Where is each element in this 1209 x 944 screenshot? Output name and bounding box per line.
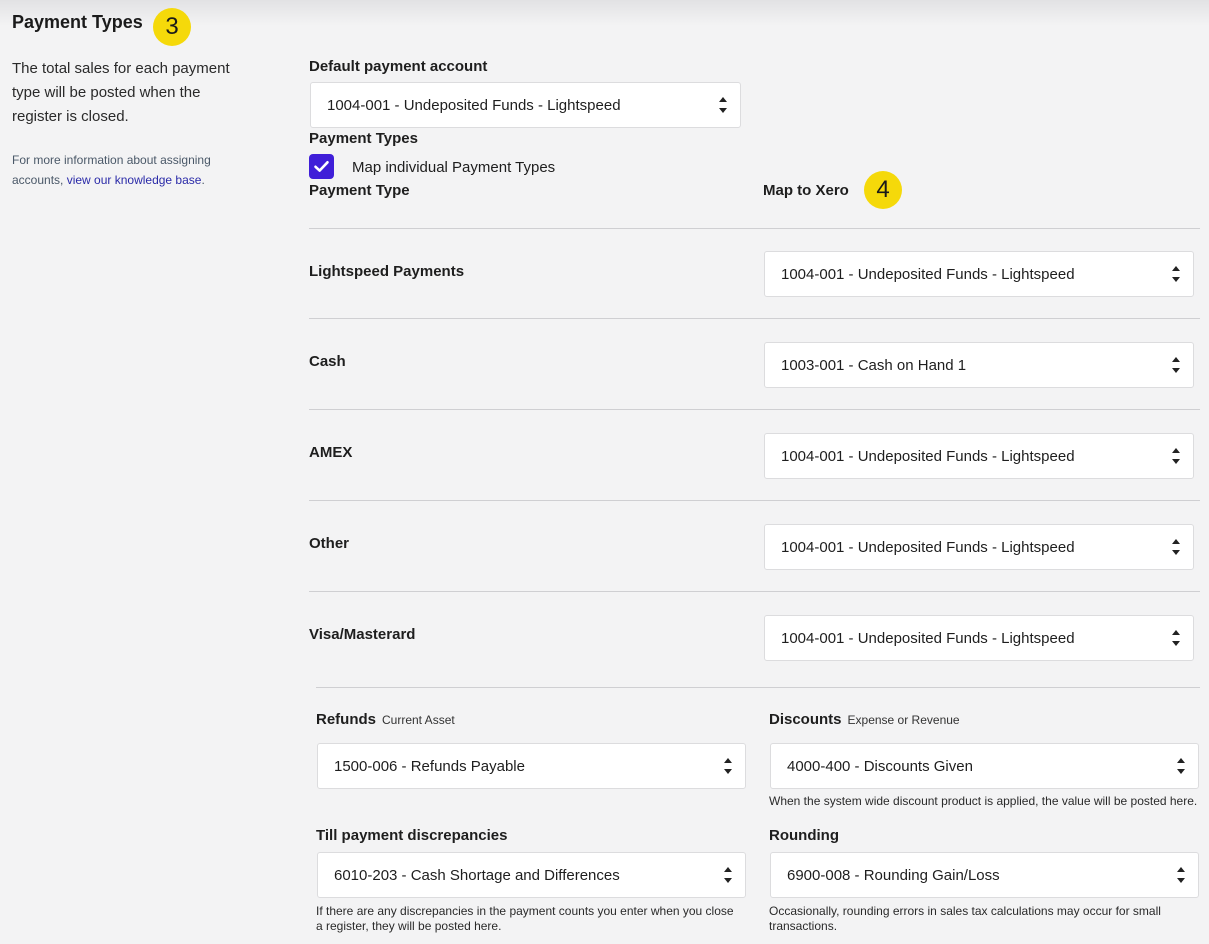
- discounts-account-value: 4000-400 - Discounts Given: [787, 757, 973, 775]
- select-arrows-icon: [1172, 266, 1180, 282]
- divider: [316, 687, 1200, 688]
- step-badge-4: 4: [864, 171, 902, 209]
- payment-type-name: Cash: [309, 353, 346, 370]
- rounding-help: Occasionally, rounding errors in sales t…: [769, 904, 1161, 933]
- discounts-account-select[interactable]: 4000-400 - Discounts Given: [770, 743, 1199, 789]
- payment-type-account-value: 1004-001 - Undeposited Funds - Lightspee…: [781, 447, 1075, 465]
- discounts-help: When the system wide discount product is…: [769, 794, 1198, 808]
- divider: [309, 500, 1200, 501]
- default-account-select[interactable]: 1004-001 - Undeposited Funds - Lightspee…: [310, 82, 741, 128]
- select-arrows-icon: [724, 867, 732, 883]
- refunds-type: Current Asset: [382, 713, 455, 727]
- default-account-value: 1004-001 - Undeposited Funds - Lightspee…: [327, 96, 621, 114]
- refunds-title: Refunds: [316, 711, 376, 728]
- section-description: The total sales for each payment type wi…: [12, 60, 230, 125]
- refunds-account-value: 1500-006 - Refunds Payable: [334, 757, 525, 775]
- discounts-label: Discounts Expense or Revenue: [769, 711, 960, 728]
- step-badge-3: 3: [153, 8, 191, 46]
- payment-types-label: Payment Types: [309, 130, 418, 147]
- discounts-title: Discounts: [769, 711, 842, 728]
- map-individual-label: Map individual Payment Types: [352, 159, 556, 176]
- till-discrepancies-value: 6010-203 - Cash Shortage and Differences: [334, 866, 620, 884]
- rounding-account-value: 6900-008 - Rounding Gain/Loss: [787, 866, 1000, 884]
- divider: [309, 591, 1200, 592]
- divider: [309, 318, 1200, 319]
- select-arrows-icon: [719, 97, 727, 113]
- rounding-account-select[interactable]: 6900-008 - Rounding Gain/Loss: [770, 852, 1199, 898]
- knowledge-base-link[interactable]: view our knowledge base: [67, 173, 202, 187]
- payment-type-account-value: 1004-001 - Undeposited Funds - Lightspee…: [781, 265, 1075, 283]
- info-suffix: .: [201, 173, 205, 187]
- select-arrows-icon: [1172, 630, 1180, 646]
- map-individual-checkbox[interactable]: [309, 154, 334, 179]
- select-arrows-icon: [1172, 357, 1180, 373]
- payment-type-account-value: 1004-001 - Undeposited Funds - Lightspee…: [781, 538, 1075, 556]
- divider: [309, 228, 1200, 229]
- section-title: Payment Types: [12, 12, 143, 32]
- select-arrows-icon: [724, 758, 732, 774]
- payment-type-account-select[interactable]: 1004-001 - Undeposited Funds - Lightspee…: [764, 524, 1194, 570]
- payment-type-name: Visa/Masterard: [309, 626, 416, 643]
- refunds-account-select[interactable]: 1500-006 - Refunds Payable: [317, 743, 746, 789]
- select-arrows-icon: [1177, 867, 1185, 883]
- payment-type-name: Lightspeed Payments: [309, 263, 465, 280]
- till-discrepancies-select[interactable]: 6010-203 - Cash Shortage and Differences: [317, 852, 746, 898]
- select-arrows-icon: [1172, 539, 1180, 555]
- column-map-to-xero: Map to Xero: [763, 182, 849, 199]
- select-arrows-icon: [1172, 448, 1180, 464]
- payment-type-account-value: 1004-001 - Undeposited Funds - Lightspee…: [781, 629, 1075, 647]
- payment-type-name: AMEX: [309, 444, 353, 461]
- discounts-type: Expense or Revenue: [847, 713, 960, 727]
- payment-type-account-select[interactable]: 1003-001 - Cash on Hand 1: [764, 342, 1194, 388]
- divider: [309, 409, 1200, 410]
- rounding-label: Rounding: [769, 827, 839, 844]
- knowledge-base-note: For more information about assigning acc…: [12, 150, 247, 190]
- payment-type-name: Other: [309, 535, 350, 552]
- default-account-label: Default payment account: [309, 58, 488, 75]
- payment-type-account-value: 1003-001 - Cash on Hand 1: [781, 356, 967, 374]
- payment-type-account-select[interactable]: 1004-001 - Undeposited Funds - Lightspee…: [764, 615, 1194, 661]
- refunds-label: Refunds Current Asset: [316, 711, 455, 728]
- column-payment-type: Payment Type: [309, 182, 410, 199]
- checkmark-icon: [314, 161, 329, 172]
- till-discrepancies-help: If there are any discrepancies in the pa…: [316, 904, 734, 933]
- till-discrepancies-label: Till payment discrepancies: [316, 827, 508, 844]
- payment-type-account-select[interactable]: 1004-001 - Undeposited Funds - Lightspee…: [764, 251, 1194, 297]
- select-arrows-icon: [1177, 758, 1185, 774]
- payment-type-account-select[interactable]: 1004-001 - Undeposited Funds - Lightspee…: [764, 433, 1194, 479]
